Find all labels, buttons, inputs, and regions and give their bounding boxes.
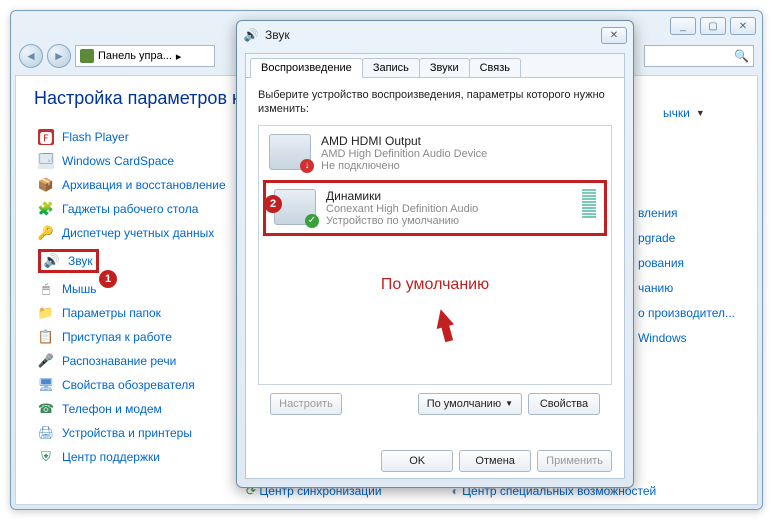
device-name: Динамики [326, 189, 478, 203]
right-column: вления pgrade рования чанию о производител..… [638, 206, 735, 345]
dialog-footer: OK Отмена Применить [246, 450, 624, 472]
sound-dialog: 🔊 Звук ✕ ВоспроизведениеЗаписьЗвукиСвязь… [236, 20, 634, 488]
partial-link[interactable]: чанию [638, 281, 735, 295]
level-meter [582, 189, 596, 218]
tab-3[interactable]: Связь [469, 58, 521, 77]
cp-item-icon: 🅵 [38, 129, 54, 145]
chevron-down-icon: ▼ [505, 399, 513, 408]
device-list[interactable]: ↓ AMD HDMI OutputAMD High Definition Audi… [258, 125, 612, 385]
cp-item-label: Свойства обозревателя [62, 378, 195, 392]
cp-item-icon: ☎ [38, 401, 54, 417]
breadcrumb-text: Панель упра... [98, 50, 172, 62]
device-item-0[interactable]: ↓ AMD HDMI OutputAMD High Definition Audi… [261, 128, 609, 178]
partial-link[interactable]: Windows [638, 331, 735, 345]
annotation-arrow [432, 307, 454, 329]
close-button[interactable]: ✕ [730, 17, 756, 35]
maximize-button[interactable]: ▢ [700, 17, 726, 35]
annotation-default-label: По умолчанию [261, 276, 609, 294]
cp-item-label: Параметры папок [62, 306, 161, 320]
cp-item-label: Телефон и модем [62, 402, 162, 416]
cp-item-label: Архивация и восстановление [62, 178, 226, 192]
cp-item-icon: 📋 [38, 329, 54, 345]
cp-item-label: Звук [68, 254, 93, 268]
cp-item-icon: 🔑 [38, 225, 54, 241]
search-input[interactable]: 🔍 [644, 45, 754, 67]
breadcrumb[interactable]: Панель упра... ▸ [75, 45, 215, 67]
cp-item-icon: ⛨ [38, 449, 54, 465]
cp-item-icon: 📁 [38, 305, 54, 321]
device-status: Не подключено [321, 160, 487, 172]
tab-1[interactable]: Запись [362, 58, 420, 77]
sound-icon: 🔊 [44, 253, 60, 269]
cp-item-label: Мышь [62, 282, 97, 296]
tab-0[interactable]: Воспроизведение [250, 58, 363, 78]
dialog-close-button[interactable]: ✕ [601, 27, 627, 44]
view-dropdown[interactable]: ычки ▼ [663, 106, 753, 120]
ok-button[interactable]: OK [381, 450, 453, 472]
tab-strip: ВоспроизведениеЗаписьЗвукиСвязь [246, 54, 624, 78]
cp-item-icon: 🖱 [38, 281, 54, 297]
device-icon: ↓ [269, 134, 311, 170]
apply-button[interactable]: Применить [537, 450, 612, 472]
cp-item-label: Распознавание речи [62, 354, 176, 368]
nav-back-button[interactable]: ◄ [19, 44, 43, 68]
cp-item-label: Центр поддержки [62, 450, 160, 464]
instruction-text: Выберите устройство воспроизведения, пар… [258, 88, 612, 117]
minimize-button[interactable]: _ [670, 17, 696, 35]
dialog-title: Звук [265, 28, 595, 42]
cp-item-5[interactable]: 🔊 Звук [38, 249, 99, 273]
partial-link[interactable]: о производител... [638, 306, 735, 320]
dialog-body: ВоспроизведениеЗаписьЗвукиСвязь Выберите… [245, 53, 625, 479]
cp-item-label: Диспетчер учетных данных [62, 226, 214, 240]
cp-item-label: Flash Player [62, 130, 129, 144]
tab-pane-playback: Выберите устройство воспроизведения, пар… [246, 78, 624, 433]
device-name: AMD HDMI Output [321, 134, 487, 148]
nav-forward-button[interactable]: ► [47, 44, 71, 68]
status-overlay-icon: ↓ [300, 159, 314, 173]
configure-button[interactable]: Настроить [270, 393, 342, 415]
properties-button[interactable]: Свойства [528, 393, 600, 415]
dialog-titlebar: 🔊 Звук ✕ [237, 21, 633, 49]
control-panel-icon [80, 49, 94, 63]
cp-item-icon: 🖨 [38, 425, 54, 441]
device-desc: Conexant High Definition Audio [326, 203, 478, 215]
device-desc: AMD High Definition Audio Device [321, 148, 487, 160]
cp-item-icon: 🖥 [38, 377, 54, 393]
set-default-button[interactable]: По умолчанию▼ [418, 393, 522, 415]
tab-2[interactable]: Звуки [419, 58, 470, 77]
partial-link[interactable]: вления [638, 206, 735, 220]
device-item-1[interactable]: ✓ ДинамикиConexant High Definition AudioУ… [263, 180, 607, 236]
device-button-row: Настроить По умолчанию▼ Свойства [258, 385, 612, 423]
cancel-button[interactable]: Отмена [459, 450, 531, 472]
partial-link[interactable]: рования [638, 256, 735, 270]
cp-item-label: Гаджеты рабочего стола [62, 202, 198, 216]
annotation-badge-2: 2 [264, 195, 282, 213]
search-icon: 🔍 [734, 49, 749, 63]
chevron-right-icon: ▸ [176, 50, 182, 63]
cp-item-icon: 🧩 [38, 201, 54, 217]
cp-item-icon: 🗔 [38, 153, 54, 169]
device-status: Устройство по умолчанию [326, 215, 478, 227]
cp-item-icon: 🎤 [38, 353, 54, 369]
partial-link[interactable]: pgrade [638, 231, 735, 245]
cp-item-label: Приступая к работе [62, 330, 172, 344]
status-overlay-icon: ✓ [305, 214, 319, 228]
annotation-badge-1: 1 [99, 270, 117, 288]
speaker-icon: 🔊 [243, 27, 259, 43]
chevron-down-icon: ▼ [696, 108, 705, 118]
cp-item-label: Windows CardSpace [62, 154, 174, 168]
cp-item-label: Устройства и принтеры [62, 426, 192, 440]
cp-item-icon: 📦 [38, 177, 54, 193]
